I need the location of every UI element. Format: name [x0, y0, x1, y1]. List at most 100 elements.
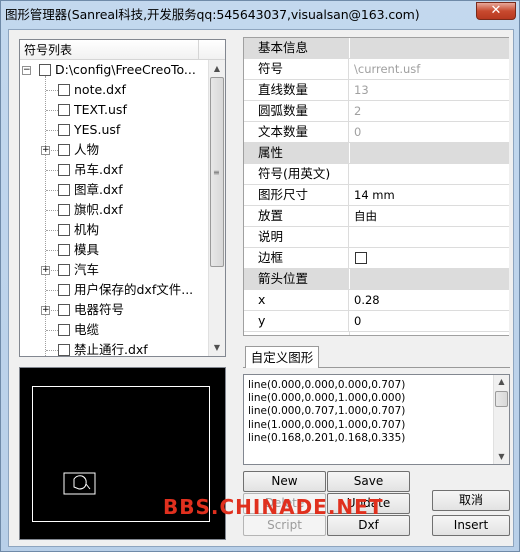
tree-header-filler	[199, 40, 225, 60]
code-line[interactable]: line(0.000,0.000,0.000,0.707)	[248, 379, 405, 392]
tree-item-label: 机构	[74, 222, 100, 237]
tree-checkbox[interactable]	[58, 204, 70, 216]
property-row[interactable]: 说明	[244, 227, 509, 248]
property-row[interactable]: y0	[244, 311, 509, 332]
tree-item-label: 旗帜.dxf	[74, 202, 123, 217]
tree-branch-line	[46, 290, 58, 291]
tree-item-label: 汽车	[74, 262, 100, 277]
tree-branch-line	[46, 230, 58, 231]
collapse-icon[interactable]: −	[22, 66, 31, 75]
scroll-up-arrow-icon[interactable]: ▲	[494, 375, 509, 389]
property-value: 13	[354, 83, 369, 97]
property-value	[350, 38, 509, 58]
tree-checkbox[interactable]	[58, 304, 70, 316]
property-key: 圆弧数量	[244, 101, 349, 121]
tree-branch-line	[46, 330, 58, 331]
property-category: 箭头位置	[244, 269, 509, 290]
tree-checkbox[interactable]	[58, 284, 70, 296]
code-line[interactable]: line(0.000,0.707,1.000,0.707)	[248, 405, 405, 418]
tree-checkbox[interactable]	[58, 104, 70, 116]
tree-branch-line	[46, 170, 58, 171]
code-line[interactable]: line(1.000,0.000,1.000,0.707)	[248, 419, 405, 432]
expand-icon[interactable]: +	[41, 146, 50, 155]
property-row[interactable]: 圆弧数量 2	[244, 101, 509, 122]
property-row[interactable]: 符号 \current.usf	[244, 59, 509, 80]
save-button[interactable]: Save	[327, 471, 410, 492]
code-line[interactable]: line(0.168,0.201,0.168,0.335)	[248, 432, 405, 445]
close-button[interactable]: ✕	[476, 2, 516, 20]
tree-checkbox[interactable]	[58, 224, 70, 236]
tree-item-label: 禁止通行.dxf	[74, 342, 148, 356]
code-vertical-scrollbar[interactable]: ▲ ▼	[493, 375, 509, 464]
property-row[interactable]: 图形尺寸 14 mm	[244, 185, 509, 206]
border-checkbox[interactable]	[355, 252, 367, 264]
tree-branch-line	[46, 210, 58, 211]
property-value[interactable]	[350, 164, 509, 184]
tree-checkbox[interactable]	[58, 164, 70, 176]
scroll-up-arrow-icon[interactable]: ▲	[209, 60, 225, 77]
property-value	[350, 143, 509, 163]
cancel-button[interactable]: 取消	[432, 490, 510, 511]
tree-branch-line	[46, 90, 58, 91]
property-value[interactable]	[350, 227, 509, 247]
property-value[interactable]: 14 mm	[350, 185, 509, 205]
tree-item-label: 电缆	[74, 322, 100, 337]
property-row[interactable]: 边框	[244, 248, 509, 269]
property-value: 0	[354, 125, 362, 139]
grip-icon: ≡	[213, 168, 220, 177]
tree-checkbox[interactable]	[58, 144, 70, 156]
window-title: 图形管理器(Sanreal科技,开发服务qq:545643037,visuals…	[5, 7, 420, 22]
tab-custom-shape[interactable]: 自定义图形	[245, 346, 319, 368]
property-key: 图形尺寸	[244, 185, 349, 205]
tree-root-label: D:\config\FreeCreoTo...	[55, 62, 196, 77]
property-key: 符号	[244, 59, 349, 79]
symbol-tree: − D:\config\FreeCreoTo... note.dxf TEXT.usf…	[20, 60, 208, 356]
property-category: 属性	[244, 143, 509, 164]
property-row[interactable]: 符号(用英文)	[244, 164, 509, 185]
scroll-down-arrow-icon[interactable]: ▼	[494, 450, 509, 464]
tree-checkbox[interactable]	[58, 344, 70, 356]
property-value[interactable]: 0	[350, 311, 509, 331]
tree-item-label: 图章.dxf	[74, 182, 123, 197]
expand-icon[interactable]: +	[41, 306, 50, 315]
tree-column-header[interactable]: 符号列表	[20, 40, 199, 60]
tree-checkbox[interactable]	[58, 124, 70, 136]
scroll-down-arrow-icon[interactable]: ▼	[209, 339, 225, 356]
tree-branch-line	[46, 190, 58, 191]
tree-checkbox[interactable]	[58, 184, 70, 196]
property-row[interactable]: x 0.28	[244, 290, 509, 311]
property-value: 2	[354, 104, 362, 118]
tree-branch-line	[46, 110, 58, 111]
tree-checkbox[interactable]	[58, 84, 70, 96]
expand-icon[interactable]: +	[41, 266, 50, 275]
property-key: 箭头位置	[244, 269, 349, 289]
property-value[interactable]: 自由	[350, 206, 509, 226]
tree-checkbox[interactable]	[58, 264, 70, 276]
title-bar: 图形管理器(Sanreal科技,开发服务qq:545643037,visuals…	[1, 1, 519, 27]
property-key: y	[244, 311, 349, 331]
property-key: 文本数量	[244, 122, 349, 142]
shape-code-list[interactable]: ▲ ▼ line(0.000,0.000,0.000,0.707) line(0.…	[243, 374, 510, 465]
property-grid-empty	[349, 332, 350, 335]
property-key: x	[244, 290, 349, 310]
insert-button[interactable]: Insert	[432, 515, 510, 536]
property-key: 基本信息	[244, 38, 349, 58]
code-scroll-thumb[interactable]	[495, 391, 508, 407]
tree-checkbox[interactable]	[58, 244, 70, 256]
property-value[interactable]	[350, 248, 509, 268]
property-key: 属性	[244, 143, 349, 163]
property-row[interactable]: 直线数量 13	[244, 80, 509, 101]
tree-checkbox[interactable]	[58, 324, 70, 336]
property-value	[350, 269, 509, 289]
symbol-tree-panel: 符号列表 − D:\config\FreeCreoTo... note.dxf TEX…	[19, 39, 226, 357]
tree-checkbox[interactable]	[39, 64, 51, 76]
property-row[interactable]: 放置 自由	[244, 206, 509, 227]
new-button[interactable]: New	[243, 471, 326, 492]
property-value[interactable]: 0.28	[350, 290, 509, 310]
code-line[interactable]: line(0.000,0.000,1.000,0.000)	[248, 392, 405, 405]
property-grid: 基本信息 符号 \current.usf 直线数量 13 圆弧数量 2 文本数量 0 属性 符号(用…	[243, 37, 510, 336]
property-row[interactable]: 文本数量 0	[244, 122, 509, 143]
tree-branch-line	[46, 350, 58, 351]
property-key: 说明	[244, 227, 349, 247]
tree-vertical-scrollbar[interactable]: ▲ ≡ ▼	[208, 60, 225, 356]
